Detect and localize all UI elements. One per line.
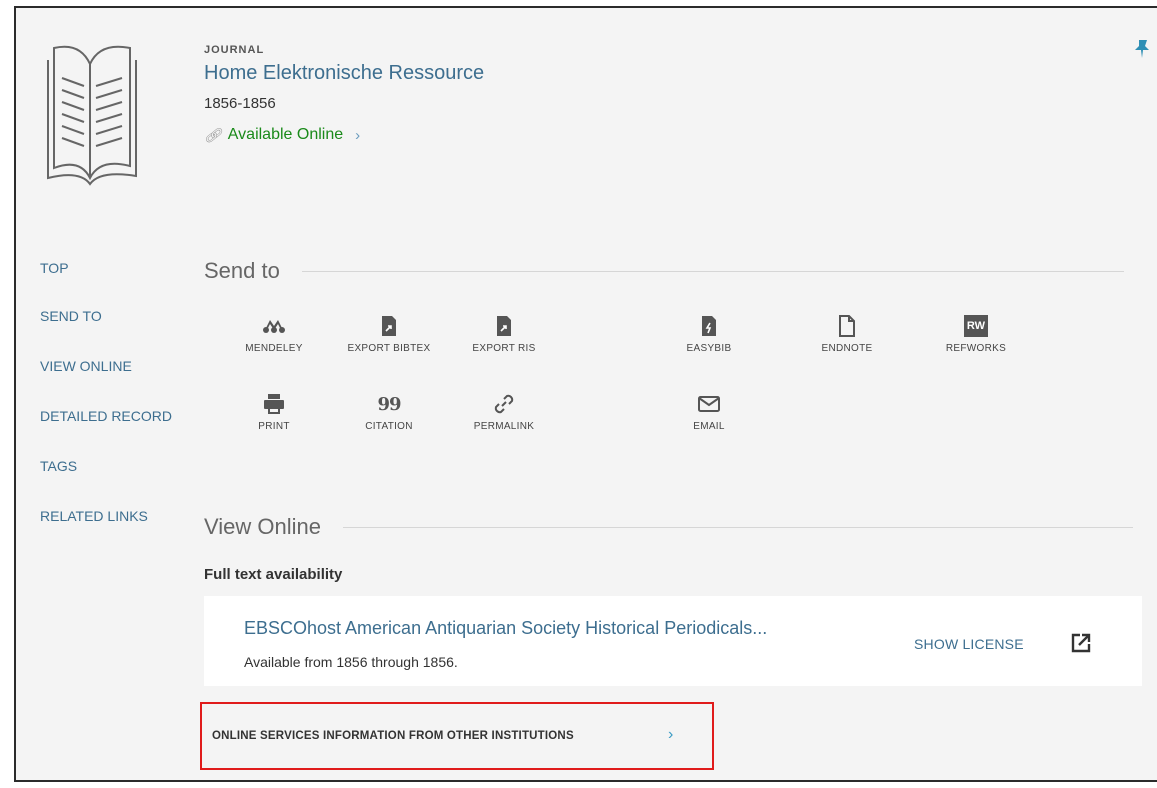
tool-easybib[interactable]: EASYBIB — [649, 313, 769, 354]
refworks-icon: RW — [964, 315, 988, 337]
section-nav: TOP SEND TO VIEW ONLINE DETAILED RECORD … — [40, 260, 210, 558]
export-ris-icon — [444, 313, 564, 339]
tool-citation[interactable]: 99 CITATION — [329, 391, 449, 433]
availability-label: Available Online — [227, 126, 344, 143]
full-text-availability-label: Full text availability — [204, 566, 343, 583]
link-icon: 🔗︎ — [204, 126, 222, 143]
pin-icon[interactable] — [1133, 38, 1151, 60]
tool-email[interactable]: EMAIL — [649, 391, 769, 432]
availability-link[interactable]: 🔗︎ Available Online › — [204, 126, 904, 144]
nav-item-tags[interactable]: TAGS — [40, 458, 210, 508]
divider — [343, 526, 1133, 528]
show-license-button[interactable]: SHOW LICENSE — [914, 636, 1024, 652]
tool-label: ENDNOTE — [821, 343, 873, 354]
tool-label: CITATION — [365, 421, 413, 432]
chevron-right-icon: › — [668, 726, 674, 743]
permalink-icon — [444, 391, 564, 417]
tool-label: PRINT — [258, 421, 290, 432]
service-card: EBSCOhost American Antiquarian Society H… — [204, 596, 1142, 686]
mendeley-icon — [214, 313, 334, 339]
record-meta: JOURNAL Home Elektronische Ressource 185… — [204, 44, 904, 144]
book-thumbnail-icon — [47, 45, 137, 186]
other-institutions-label: ONLINE SERVICES INFORMATION FROM OTHER I… — [212, 730, 574, 742]
tool-label: EXPORT RIS — [472, 343, 536, 354]
tool-label: EMAIL — [693, 421, 725, 432]
tool-print[interactable]: PRINT — [214, 391, 334, 432]
send-to-title: Send to — [204, 258, 280, 283]
endnote-icon — [787, 313, 907, 339]
nav-item-detailed-record[interactable]: DETAILED RECORD — [40, 408, 210, 458]
export-bibtex-icon — [329, 313, 449, 339]
tool-label: MENDELEY — [245, 343, 303, 354]
tool-export-bibtex[interactable]: EXPORT BIBTEX — [329, 313, 449, 354]
print-icon — [214, 391, 334, 417]
service-coverage: Available from 1856 through 1856. — [244, 654, 458, 670]
easybib-icon — [649, 313, 769, 339]
service-title-link[interactable]: EBSCOhost American Antiquarian Society H… — [244, 618, 767, 639]
chevron-right-icon: › — [355, 126, 361, 144]
view-online-title: View Online — [204, 514, 321, 539]
tool-label: EASYBIB — [686, 343, 732, 354]
nav-item-top[interactable]: TOP — [40, 260, 210, 310]
citation-icon: 99 — [377, 393, 401, 415]
email-icon — [649, 391, 769, 417]
divider — [301, 270, 1124, 272]
tool-refworks[interactable]: RW REFWORKS — [916, 313, 1036, 354]
nav-item-related-links[interactable]: RELATED LINKS — [40, 508, 210, 558]
tool-export-ris[interactable]: EXPORT RIS — [444, 313, 564, 354]
tool-permalink[interactable]: PERMALINK — [444, 391, 564, 432]
external-link-icon[interactable] — [1070, 632, 1092, 654]
tool-label: PERMALINK — [473, 421, 535, 432]
nav-item-send-to[interactable]: SEND TO — [40, 308, 210, 358]
send-to-heading: Send to — [204, 258, 1124, 284]
record-type: JOURNAL — [204, 44, 265, 56]
record-panel: JOURNAL Home Elektronische Ressource 185… — [14, 6, 1157, 782]
other-institutions-link[interactable]: ONLINE SERVICES INFORMATION FROM OTHER I… — [200, 702, 714, 770]
tool-mendeley[interactable]: MENDELEY — [214, 313, 334, 354]
record-date: 1856-1856 — [204, 95, 276, 112]
tool-endnote[interactable]: ENDNOTE — [787, 313, 907, 354]
tool-label: REFWORKS — [945, 343, 1007, 354]
tool-label: EXPORT BIBTEX — [347, 343, 431, 354]
view-online-heading: View Online — [204, 514, 1133, 540]
nav-item-view-online[interactable]: VIEW ONLINE — [40, 358, 210, 408]
record-title[interactable]: Home Elektronische Ressource — [204, 62, 904, 85]
